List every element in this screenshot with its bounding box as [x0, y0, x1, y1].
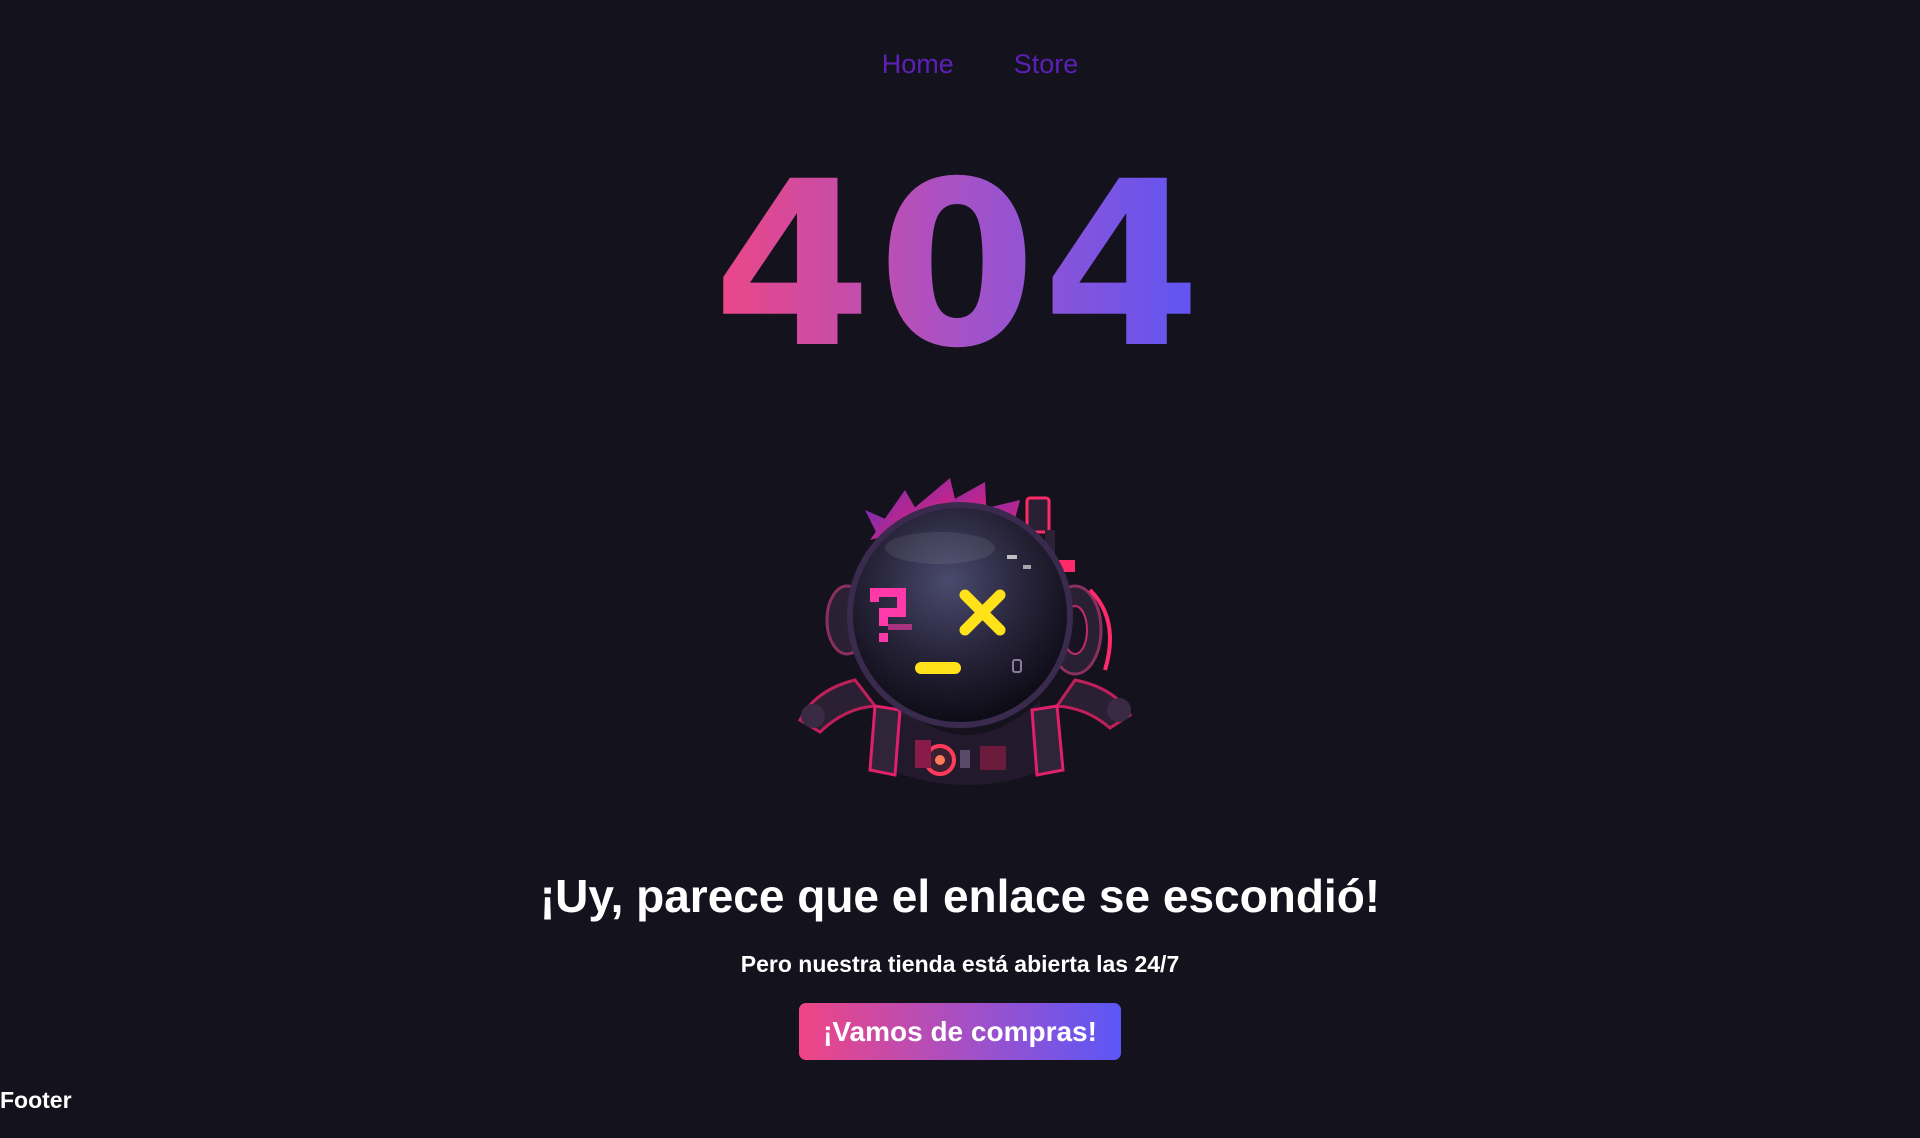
robot-mouth [915, 662, 961, 674]
top-nav: Home Store [0, 44, 1920, 84]
error-code-heading: 404 [0, 150, 1920, 380]
confused-robot-icon [798, 478, 1132, 785]
error-headline: ¡Uy, parece que el enlace se escondió! [539, 870, 1381, 922]
error-subline: Pero nuestra tienda está abierta las 24/… [740, 951, 1180, 977]
error-code-text: 404 [709, 132, 1211, 398]
go-shopping-button[interactable]: ¡Vamos de compras! [799, 1003, 1121, 1060]
page-footer: Footer [0, 1087, 72, 1113]
nav-link-store[interactable]: Store [1014, 44, 1079, 84]
cta-container: ¡Vamos de compras! [0, 1003, 1920, 1060]
nav-link-home[interactable]: Home [882, 44, 954, 84]
